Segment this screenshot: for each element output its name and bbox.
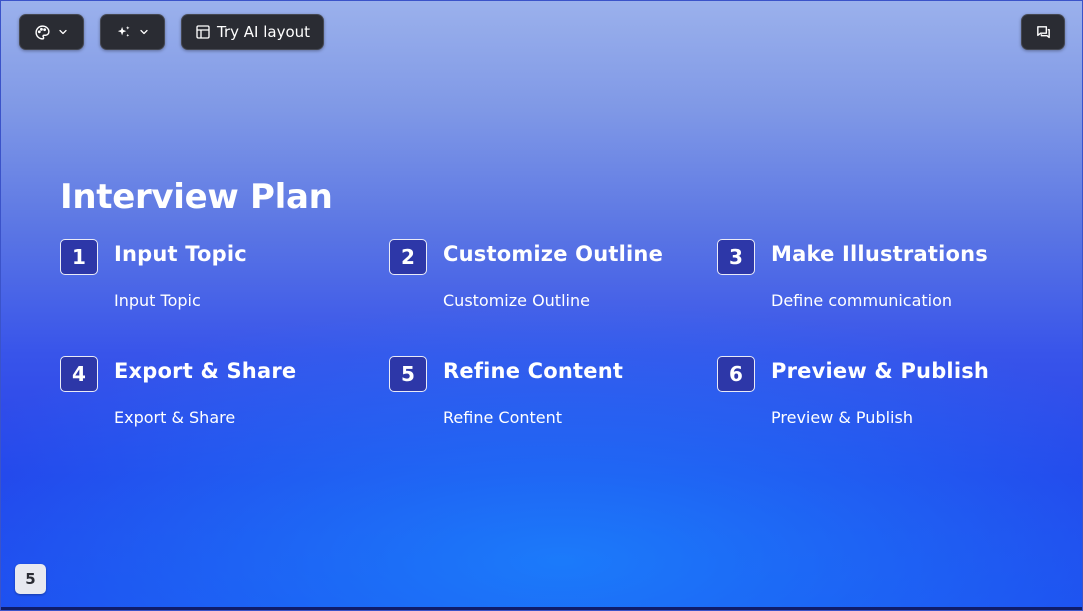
step-description: Preview & Publish — [771, 408, 913, 427]
chat-button[interactable] — [1021, 14, 1065, 50]
layout-icon — [195, 24, 211, 40]
theme-menu-button[interactable] — [19, 14, 84, 50]
step-description: Customize Outline — [443, 291, 590, 310]
palette-icon — [34, 24, 51, 41]
chat-icon — [1035, 24, 1052, 41]
slide-canvas: Try AI layout Interview Plan 1 Input Top… — [0, 0, 1083, 611]
step-title: Make Illustrations — [771, 242, 988, 266]
step-number-badge: 1 — [60, 239, 98, 275]
step-number-badge: 2 — [389, 239, 427, 275]
slide-title[interactable]: Interview Plan — [60, 177, 333, 217]
chevron-down-icon — [138, 26, 150, 38]
step-title: Export & Share — [114, 359, 297, 383]
step-title: Refine Content — [443, 359, 624, 383]
step-title: Input Topic — [114, 242, 247, 266]
step-title: Customize Outline — [443, 242, 664, 266]
try-ai-layout-button[interactable]: Try AI layout — [181, 14, 324, 50]
step-description: Input Topic — [114, 291, 201, 310]
sparkle-icon — [115, 24, 132, 41]
step-number-badge: 5 — [389, 356, 427, 392]
step-description: Refine Content — [443, 408, 563, 427]
step-number-badge: 4 — [60, 356, 98, 392]
step-number-badge: 6 — [717, 356, 755, 392]
step-number-badge: 3 — [717, 239, 755, 275]
step-description: Define communication — [771, 291, 953, 310]
chevron-down-icon — [57, 26, 69, 38]
step-description: Export & Share — [114, 408, 236, 427]
page-number-badge[interactable]: 5 — [15, 564, 46, 594]
try-ai-layout-label: Try AI layout — [216, 23, 311, 41]
step-title: Preview & Publish — [771, 359, 990, 383]
ai-magic-menu-button[interactable] — [100, 14, 165, 50]
